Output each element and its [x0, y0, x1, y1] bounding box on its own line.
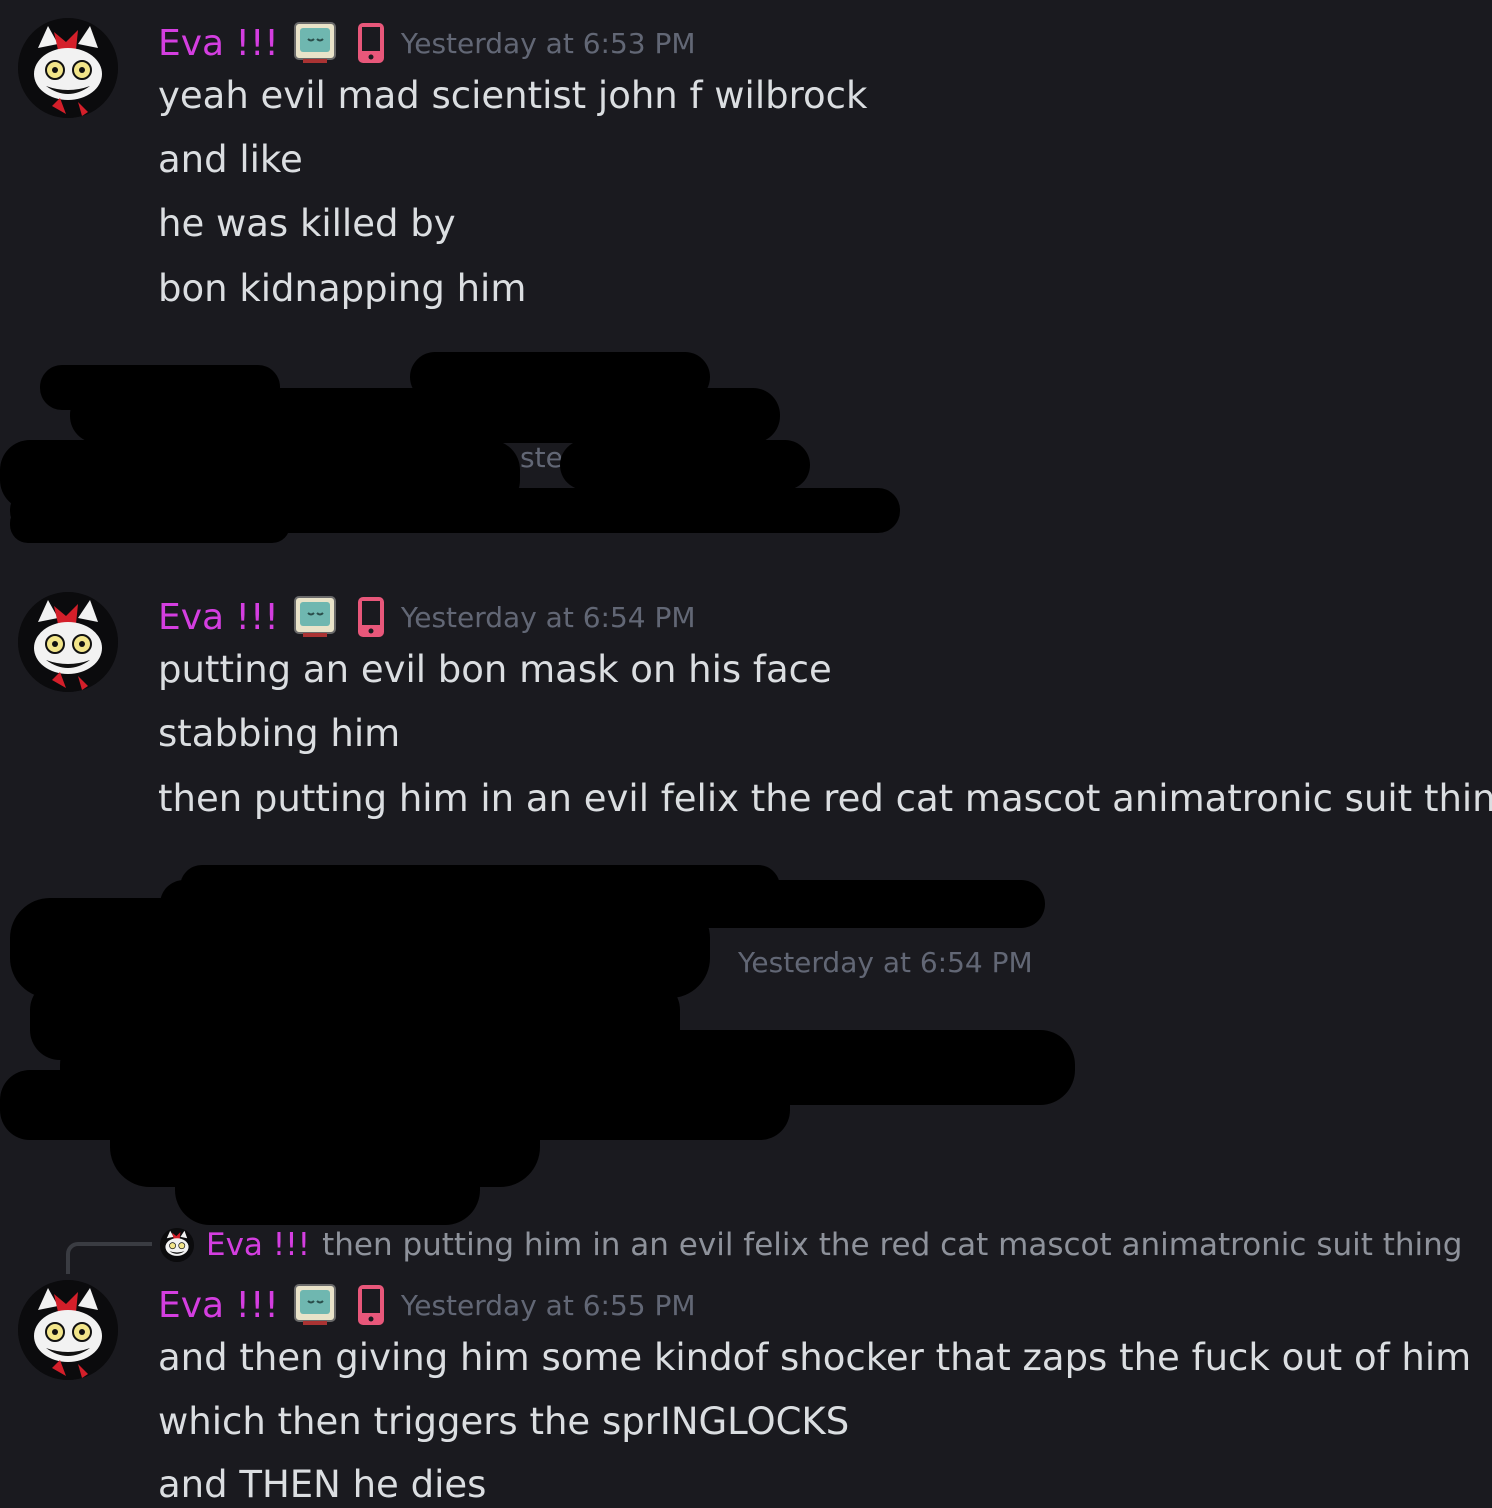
mobile-phone-icon — [357, 597, 384, 637]
cat-avatar-icon — [18, 1280, 118, 1380]
username[interactable]: Eva !!! — [158, 23, 279, 64]
message-line: which then triggers the sprINGLOCKS — [158, 1400, 850, 1443]
timestamp[interactable]: Yesterday at 6:54 PM — [738, 946, 1033, 979]
message-line: putting an evil bon mask on his face — [158, 648, 832, 691]
message-header: Eva !!! Yesterday at 6:54 PM — [158, 592, 696, 642]
reply-preview[interactable]: Eva !!! then putting him in an evil feli… — [160, 1222, 1462, 1268]
mobile-phone-icon — [357, 23, 384, 63]
message-line: and then giving him some kindof shocker … — [158, 1336, 1472, 1379]
message-line: then putting him in an evil felix the re… — [158, 777, 1492, 820]
reply-spine — [66, 1242, 152, 1274]
tv-badge-icon[interactable] — [293, 21, 337, 65]
cat-avatar-icon — [160, 1228, 194, 1262]
message-header: Eva !!! Yesterday at 6:55 PM — [158, 1280, 696, 1330]
message-header: Eva !!! Yesterday at 6:53 PM — [158, 18, 696, 68]
redacted-fragment: ste — [520, 441, 563, 474]
avatar[interactable] — [18, 18, 118, 118]
message-line: stabbing him — [158, 712, 401, 755]
message-line: he was killed by — [158, 202, 456, 245]
tv-badge-icon[interactable] — [293, 1283, 337, 1327]
message-line: and like — [158, 138, 303, 181]
mobile-phone-icon — [357, 1285, 384, 1325]
username[interactable]: Eva !!! — [158, 1285, 279, 1326]
reply-username[interactable]: Eva !!! — [206, 1227, 310, 1263]
timestamp[interactable]: Yesterday at 6:55 PM — [401, 1289, 696, 1322]
avatar[interactable] — [160, 1228, 194, 1262]
reply-text[interactable]: then putting him in an evil felix the re… — [322, 1227, 1462, 1263]
username[interactable]: Eva !!! — [158, 597, 279, 638]
tv-badge-icon[interactable] — [293, 595, 337, 639]
avatar[interactable] — [18, 1280, 118, 1380]
message-line: and THEN he dies — [158, 1463, 487, 1506]
message-line: yeah evil mad scientist john f wilbrock — [158, 74, 868, 117]
cat-avatar-icon — [18, 592, 118, 692]
avatar[interactable] — [18, 592, 118, 692]
timestamp[interactable]: Yesterday at 6:54 PM — [401, 601, 696, 634]
cat-avatar-icon — [18, 18, 118, 118]
message-line: bon kidnapping him — [158, 267, 527, 310]
timestamp[interactable]: Yesterday at 6:53 PM — [401, 27, 696, 60]
